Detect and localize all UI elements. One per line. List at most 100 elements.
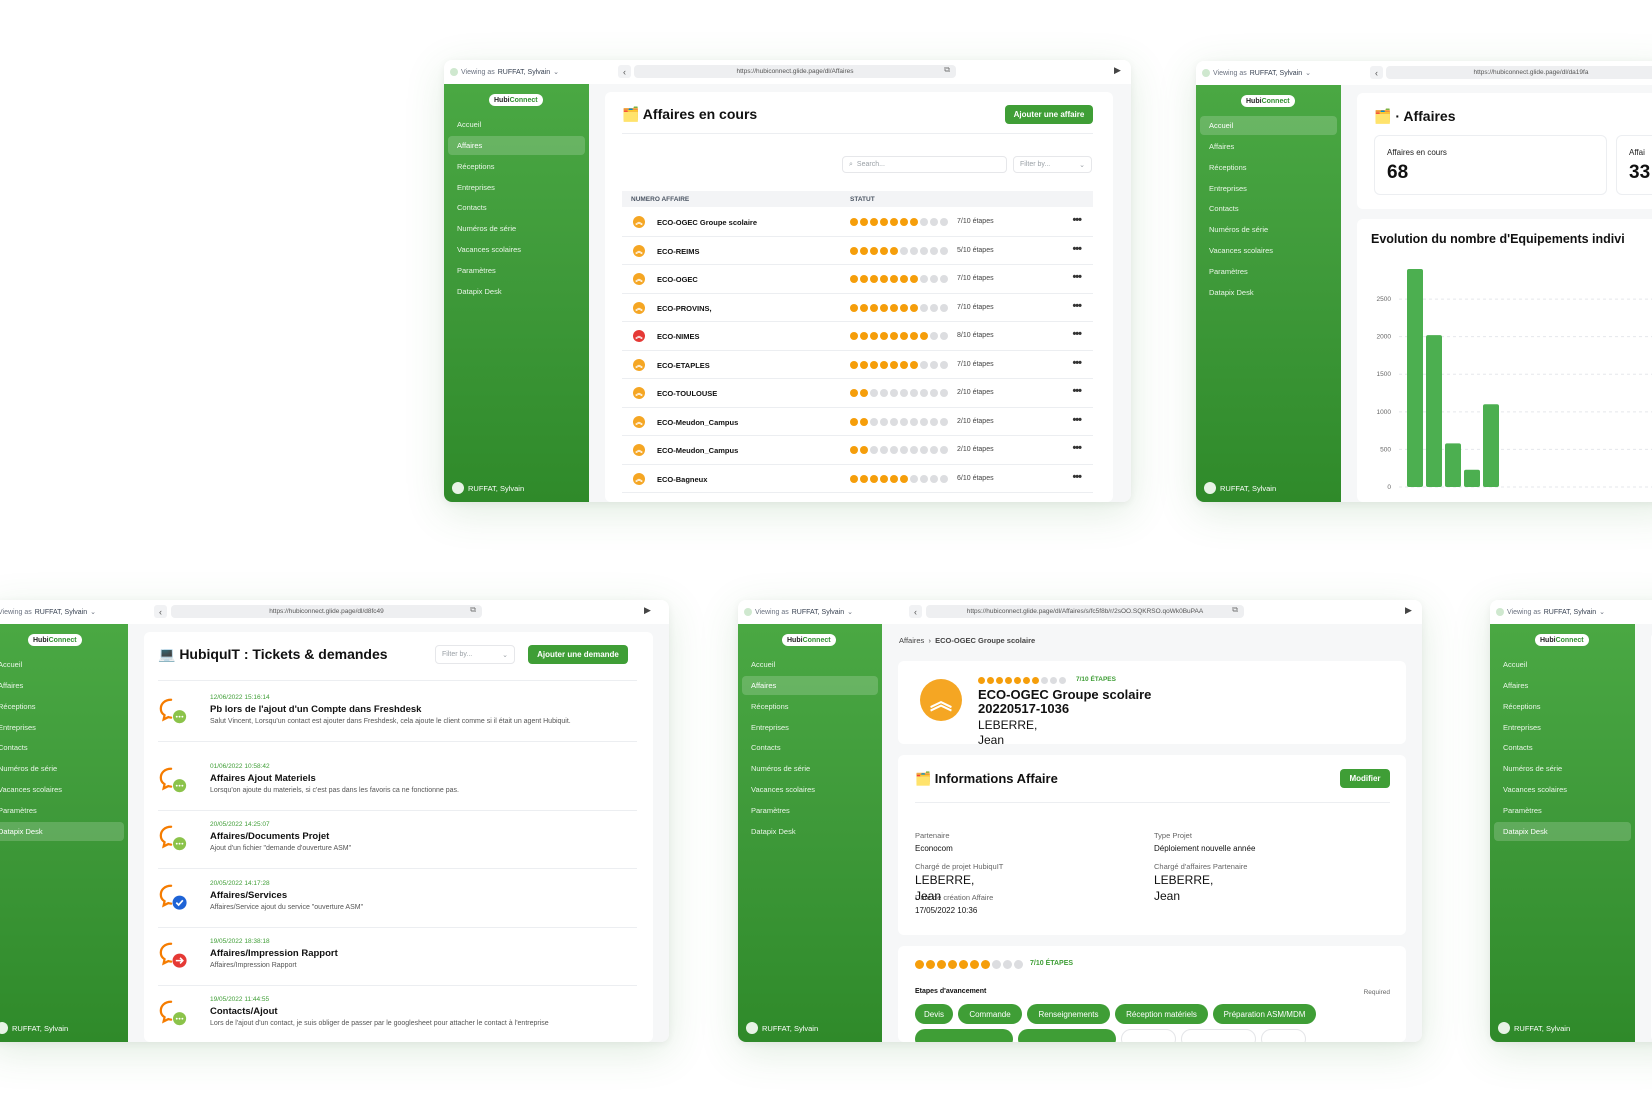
step-chip[interactable] <box>915 1029 1013 1042</box>
ticket-item[interactable]: 01/06/2022 10:58:42 Affaires Ajout Materi… <box>158 755 637 811</box>
back-arrow-icon[interactable]: ‹ <box>618 65 631 78</box>
table-row[interactable]: ︽ ECO-TOULOUSE 2/10 étapes ••• <box>622 379 1093 408</box>
ticket-item[interactable]: 12/06/2022 15:16:14 Pb lors de l'ajout d'… <box>158 686 637 742</box>
ticket-item[interactable]: 20/05/2022 14:25:07 Affaires/Documents Pr… <box>158 813 637 869</box>
play-icon[interactable]: ▶ <box>1114 65 1121 76</box>
more-options-icon[interactable]: ••• <box>1072 385 1082 397</box>
step-chip[interactable] <box>1018 1029 1116 1042</box>
nav-vacances[interactable]: Vacances scolaires <box>1494 780 1631 799</box>
nav-entreprises[interactable]: Entreprises <box>742 718 878 737</box>
viewing-as[interactable]: Viewing as RUFFAT, Sylvain ⌄ <box>450 68 559 76</box>
table-row[interactable]: ︽ ECO-Bagneux 6/10 étapes ••• <box>622 465 1093 493</box>
nav-affaires[interactable]: Affaires <box>1494 676 1631 695</box>
nav-accueil[interactable]: Accueil <box>0 655 124 674</box>
table-row[interactable]: ︽ ECO-OGEC Groupe scolaire 7/10 étapes ••• <box>622 208 1093 237</box>
step-chip-reception-materiels[interactable]: Réception matériels <box>1115 1004 1208 1024</box>
more-options-icon[interactable]: ••• <box>1072 357 1082 369</box>
more-options-icon[interactable]: ••• <box>1072 271 1082 283</box>
chart-bar[interactable] <box>1445 443 1461 487</box>
nav-parametres[interactable]: Paramètres <box>0 801 124 820</box>
step-chip[interactable] <box>1261 1029 1306 1042</box>
back-arrow-icon[interactable]: ‹ <box>154 605 167 618</box>
more-options-icon[interactable]: ••• <box>1072 414 1082 426</box>
back-arrow-icon[interactable]: ‹ <box>1370 66 1383 79</box>
external-link-icon[interactable]: ⧉ <box>944 65 950 75</box>
user-profile[interactable]: RUFFAT, Sylvain <box>0 1022 68 1034</box>
more-options-icon[interactable]: ••• <box>1072 442 1082 454</box>
filter-select[interactable]: Filter by... ⌄ <box>435 645 515 664</box>
nav-contacts[interactable]: Contacts <box>0 738 124 757</box>
chart-bar[interactable] <box>1464 469 1480 487</box>
nav-contacts[interactable]: Contacts <box>1494 738 1631 757</box>
nav-contacts[interactable]: Contacts <box>742 738 878 757</box>
search-input[interactable]: ⌕ Search... <box>842 156 1007 173</box>
nav-receptions[interactable]: Réceptions <box>1200 158 1337 177</box>
nav-entreprises[interactable]: Entreprises <box>0 718 124 737</box>
nav-entreprises[interactable]: Entreprises <box>1200 179 1337 198</box>
nav-parametres[interactable]: Paramètres <box>448 261 585 280</box>
add-affaire-button[interactable]: Ajouter une affaire <box>1005 105 1093 124</box>
nav-datapix-desk[interactable]: Datapix Desk <box>0 822 124 841</box>
nav-datapix-desk[interactable]: Datapix Desk <box>448 282 585 301</box>
nav-contacts[interactable]: Contacts <box>448 198 585 217</box>
external-link-icon[interactable]: ⧉ <box>470 605 476 615</box>
step-chip-commande[interactable]: Commande <box>958 1004 1022 1024</box>
table-row[interactable]: ︽ ECO-Meudon_Campus 2/10 étapes ••• <box>622 436 1093 465</box>
ticket-item[interactable]: 19/05/2022 11:44:55 Contacts/Ajout Lors de… <box>158 988 637 1042</box>
breadcrumb-link[interactable]: Affaires <box>899 636 924 645</box>
ticket-item[interactable]: 20/05/2022 14:17:28 Affaires/Services Affa… <box>158 872 637 928</box>
user-profile[interactable]: RUFFAT, Sylvain <box>746 1022 818 1034</box>
step-chip-preparation-asm[interactable]: Préparation ASM/MDM <box>1213 1004 1316 1024</box>
chart-bar[interactable] <box>1407 269 1423 487</box>
viewing-as[interactable]: Viewing as RUFFAT, Sylvain ⌄ <box>744 608 853 616</box>
play-icon[interactable]: ▶ <box>1405 605 1412 616</box>
nav-accueil[interactable]: Accueil <box>1494 655 1631 674</box>
user-profile[interactable]: RUFFAT, Sylvain <box>1498 1022 1570 1034</box>
nav-numeros-serie[interactable]: Numéros de série <box>1200 220 1337 239</box>
back-arrow-icon[interactable]: ‹ <box>909 605 922 618</box>
nav-datapix-desk[interactable]: Datapix Desk <box>1494 822 1631 841</box>
nav-vacances[interactable]: Vacances scolaires <box>742 780 878 799</box>
play-icon[interactable]: ▶ <box>644 605 651 616</box>
table-row[interactable]: ︽ ECO-NIMES 8/10 étapes ••• <box>622 322 1093 351</box>
nav-affaires[interactable]: Affaires <box>1200 137 1337 156</box>
filter-select[interactable]: Filter by... ⌄ <box>1013 156 1092 173</box>
chart-bar[interactable] <box>1483 404 1499 487</box>
nav-contacts[interactable]: Contacts <box>1200 199 1337 218</box>
more-options-icon[interactable]: ••• <box>1072 214 1082 226</box>
nav-numeros-serie[interactable]: Numéros de série <box>742 759 878 778</box>
user-profile[interactable]: RUFFAT, Sylvain <box>452 482 524 494</box>
nav-receptions[interactable]: Réceptions <box>1494 697 1631 716</box>
nav-parametres[interactable]: Paramètres <box>1200 262 1337 281</box>
table-row[interactable]: ︽ ECO-PROVINS, 7/10 étapes ••• <box>622 294 1093 322</box>
table-row[interactable]: ︽ ECO-Meudon_Campus 2/10 étapes ••• <box>622 408 1093 436</box>
nav-accueil[interactable]: Accueil <box>742 655 878 674</box>
table-row[interactable]: ︽ ECO-REIMS 5/10 étapes ••• <box>622 237 1093 265</box>
nav-affaires[interactable]: Affaires <box>0 676 124 695</box>
step-chip-devis[interactable]: Devis <box>915 1004 953 1024</box>
ticket-item[interactable]: 19/05/2022 18:38:18 Affaires/Impression R… <box>158 930 637 986</box>
nav-numeros-serie[interactable]: Numéros de série <box>448 219 585 238</box>
viewing-as[interactable]: Viewing as RUFFAT, Sylvain ⌄ <box>0 608 96 617</box>
step-chip-renseignements[interactable]: Renseignements <box>1027 1004 1110 1024</box>
nav-receptions[interactable]: Réceptions <box>0 697 124 716</box>
nav-parametres[interactable]: Paramètres <box>1494 801 1631 820</box>
more-options-icon[interactable]: ••• <box>1072 328 1082 340</box>
nav-receptions[interactable]: Réceptions <box>448 157 585 176</box>
nav-vacances[interactable]: Vacances scolaires <box>0 780 124 799</box>
viewing-as[interactable]: Viewing as RUFFAT, Sylvain ⌄ <box>1496 608 1605 616</box>
edit-button[interactable]: Modifier <box>1340 769 1390 788</box>
more-options-icon[interactable]: ••• <box>1072 300 1082 312</box>
user-profile[interactable]: RUFFAT, Sylvain <box>1204 482 1276 494</box>
nav-affaires[interactable]: Affaires <box>448 136 585 155</box>
step-chip[interactable] <box>1121 1029 1176 1042</box>
viewing-as[interactable]: Viewing as RUFFAT, Sylvain ⌄ <box>1202 69 1311 77</box>
nav-vacances[interactable]: Vacances scolaires <box>1200 241 1337 260</box>
url-bar[interactable]: https://hubiconnect.glide.page/dl/da19fa <box>1386 66 1652 79</box>
add-demande-button[interactable]: Ajouter une demande <box>528 645 628 664</box>
table-row[interactable]: ︽ ECO-OGEC 7/10 étapes ••• <box>622 265 1093 294</box>
table-row[interactable]: ︽ ECO-ETAPLES 7/10 étapes ••• <box>622 351 1093 379</box>
nav-entreprises[interactable]: Entreprises <box>1494 718 1631 737</box>
url-bar[interactable]: https://hubiconnect.glide.page/dl/Affair… <box>634 65 956 78</box>
url-bar[interactable]: https://hubiconnect.glide.page/dl/d8fc49… <box>171 605 482 618</box>
